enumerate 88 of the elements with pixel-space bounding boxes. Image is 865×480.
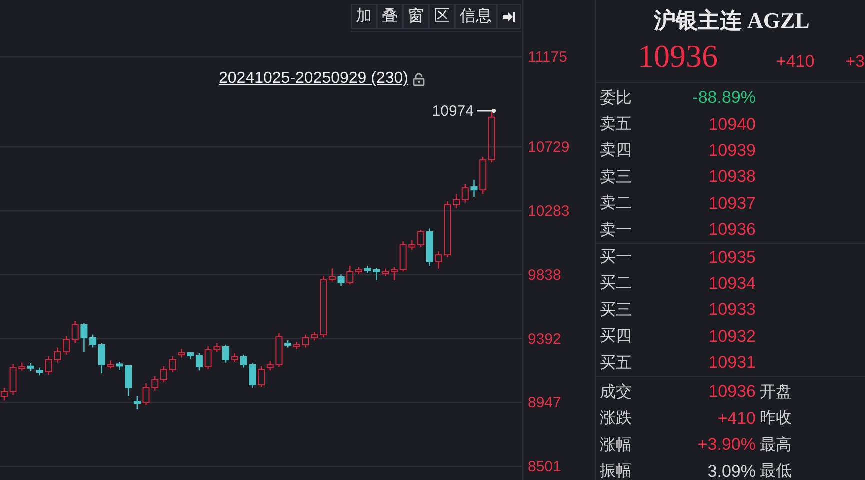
candle <box>169 356 176 372</box>
candle <box>302 334 310 348</box>
quote-value: 10932 <box>708 326 756 347</box>
candle <box>214 343 221 352</box>
toolbar-button[interactable]: 信息 <box>455 4 497 29</box>
candle <box>80 323 88 352</box>
toolbar-button[interactable]: 叠 <box>377 4 403 29</box>
candle <box>204 346 212 370</box>
candle <box>258 366 265 388</box>
arrow-icon <box>477 109 496 113</box>
candle <box>444 201 452 258</box>
quote-label: 买四 <box>600 326 633 348</box>
axis-label: 9838 <box>528 266 562 284</box>
high-price-label: 10974 <box>432 103 474 120</box>
quote-value: 10931 <box>708 353 756 374</box>
lock-icon[interactable] <box>412 72 424 86</box>
stat-value: 3.09% <box>706 462 756 480</box>
quote-label: 卖五 <box>600 114 633 136</box>
candle <box>178 349 186 358</box>
stat-label: 振幅 <box>600 461 633 480</box>
stat-label: 昨收 <box>760 408 792 430</box>
quote-value: 10933 <box>708 300 756 320</box>
toolbar-button[interactable]: 窗 <box>403 4 429 29</box>
quote-label: 买五 <box>600 352 633 374</box>
candle <box>45 356 52 375</box>
candle <box>311 332 318 341</box>
candle <box>470 180 478 198</box>
candle <box>240 354 248 368</box>
contract-title: 沪银主连 AGZL <box>652 7 811 35</box>
quote-value: -88.89% <box>692 88 756 108</box>
axis-label: 8947 <box>528 394 562 412</box>
axis-label: 11175 <box>528 49 568 66</box>
axis-label: 10729 <box>528 139 570 156</box>
candle <box>116 362 124 370</box>
candle <box>266 361 274 371</box>
candle <box>152 376 159 391</box>
quote-label: 买二 <box>600 273 633 294</box>
candle <box>276 333 283 368</box>
quote-label: 委比 <box>600 88 633 109</box>
quote-value: 10936 <box>708 220 756 240</box>
axis-label: 9392 <box>528 330 562 348</box>
candle <box>18 362 26 371</box>
stat-value: +3.90% <box>696 435 756 456</box>
axis-label: 8501 <box>528 458 562 476</box>
candle <box>356 267 362 275</box>
candle <box>373 268 380 280</box>
arrow-to-bar-icon <box>502 10 516 22</box>
candle <box>107 360 114 369</box>
quote-value: 10938 <box>708 167 756 188</box>
stat-label: 最低 <box>760 461 792 480</box>
candle <box>338 274 345 286</box>
quote-value: 10935 <box>708 248 756 268</box>
quote-label: 卖二 <box>600 193 633 214</box>
price-change: +410 <box>776 52 816 72</box>
stat-label: 最高 <box>760 434 792 456</box>
quote-value: 10939 <box>708 140 756 161</box>
stat-value: 10936 <box>708 382 756 402</box>
last-price: 10936 <box>638 38 719 75</box>
quote-label: 卖四 <box>600 140 633 162</box>
candle <box>364 266 372 274</box>
toolbar-button[interactable]: 加 <box>351 4 377 29</box>
quote-label: 买一 <box>600 247 633 268</box>
stat-label: 开盘 <box>760 382 792 403</box>
toolbar-button[interactable]: 区 <box>429 4 455 29</box>
change-percent: +3 <box>846 52 865 72</box>
quote-value: 10940 <box>708 114 756 135</box>
candle <box>249 364 256 388</box>
quote-label: 卖一 <box>600 220 633 241</box>
date-range-link[interactable]: 20241025-20250929 (230) <box>219 70 408 88</box>
candle <box>72 321 79 344</box>
candle <box>435 252 442 269</box>
quote-label: 卖三 <box>600 166 633 188</box>
candle <box>346 266 354 285</box>
candle <box>160 366 168 382</box>
quote-label: 买三 <box>600 300 633 321</box>
candle <box>0 388 8 401</box>
stat-label: 成交 <box>600 382 633 403</box>
stat-value: +410 <box>716 408 756 429</box>
candle <box>10 364 17 396</box>
candle <box>142 384 150 406</box>
stat-label: 涨跌 <box>600 408 633 430</box>
collapse-panel-button[interactable] <box>497 4 521 29</box>
candle <box>408 240 416 250</box>
axis-label: 10283 <box>528 203 570 220</box>
quote-value: 10937 <box>708 194 756 214</box>
quote-value: 10934 <box>708 274 756 294</box>
candle <box>400 242 407 272</box>
stat-label: 涨幅 <box>600 434 633 456</box>
